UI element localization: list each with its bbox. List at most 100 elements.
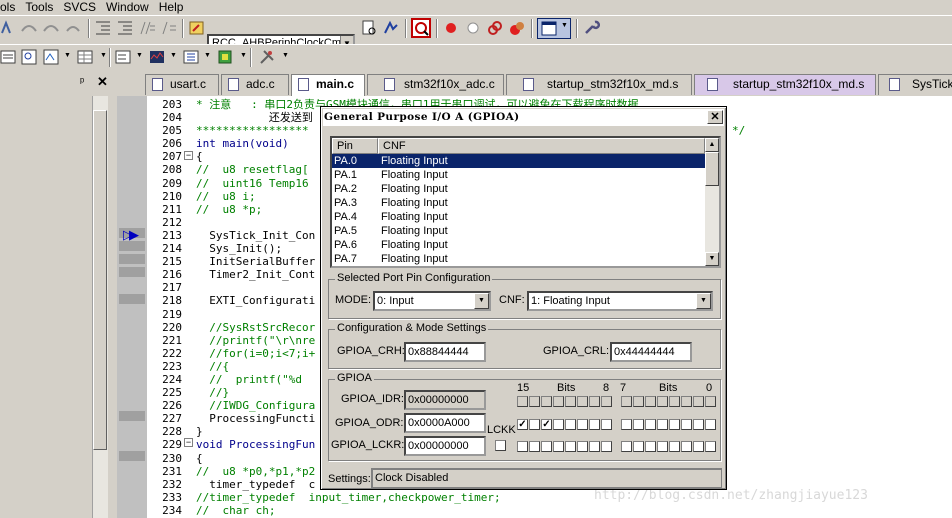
menu-window[interactable]: Window [106, 0, 159, 15]
tab-startup-md-s-2[interactable]: startup_stm32f10x_md.s [694, 74, 876, 95]
disassembly-icon[interactable] [20, 48, 38, 66]
comment-icon[interactable] [138, 19, 156, 37]
bit-checkbox[interactable] [553, 419, 564, 430]
pin-row[interactable]: PA.0 Floating Input [332, 154, 705, 168]
scroll-up-icon[interactable]: ▲ [705, 138, 719, 152]
scroll-down-icon[interactable]: ▼ [705, 252, 719, 266]
odr-input[interactable]: 0x0000A000 [404, 413, 486, 433]
command-window-icon[interactable] [0, 48, 18, 66]
bit-checkbox[interactable]: ✓ [517, 419, 528, 430]
menu-svcs[interactable]: SVCS [63, 0, 106, 15]
bit-checkbox[interactable] [621, 441, 632, 452]
pin-row[interactable]: PA.2 Floating Input [332, 182, 705, 196]
bit-checkbox[interactable] [669, 441, 680, 452]
menu-tools[interactable]: Tools [25, 0, 63, 15]
bit-checkbox[interactable] [565, 441, 576, 452]
pin-list-scrollbar[interactable]: ▲ ▼ [705, 138, 719, 266]
step-over-icon[interactable] [20, 19, 38, 37]
debug-session-icon[interactable] [411, 18, 431, 38]
dialog-title[interactable]: General Purpose I/O A (GPIOA) [323, 109, 724, 126]
lckr-input[interactable]: 0x00000000 [404, 436, 486, 456]
kill-breakpoints-icon[interactable] [508, 19, 526, 37]
step-out-icon[interactable] [42, 19, 60, 37]
bit-checkbox[interactable] [529, 419, 540, 430]
menu-help[interactable]: Help [159, 0, 194, 15]
chevron-down-icon[interactable]: ▼ [64, 52, 71, 59]
bit-checkbox[interactable] [529, 441, 540, 452]
bit-checkbox[interactable] [657, 441, 668, 452]
tab-usart-c[interactable]: usart.c [145, 74, 219, 95]
pin-row[interactable]: PA.7 Floating Input [332, 252, 705, 266]
chevron-down-icon[interactable]: ▼ [474, 293, 489, 309]
bit-checkbox[interactable] [565, 419, 576, 430]
breakpoint-disabled-icon[interactable] [464, 19, 482, 37]
bit-checkbox[interactable] [705, 419, 716, 430]
menu-tools-partial[interactable]: ols [0, 0, 25, 15]
chevron-down-icon[interactable]: ▼ [282, 52, 289, 59]
wrench-icon[interactable] [582, 19, 600, 37]
uncomment-icon[interactable] [160, 19, 178, 37]
bit-checkbox[interactable] [553, 441, 564, 452]
bit-checkbox[interactable] [601, 419, 612, 430]
tools-icon[interactable] [258, 48, 276, 66]
mode-select[interactable]: 0: Input ▼ [373, 291, 491, 311]
find-reference-icon[interactable] [382, 19, 400, 37]
breakpoint-icon[interactable] [442, 19, 460, 37]
bit-checkbox[interactable] [693, 441, 704, 452]
pin-row[interactable]: PA.3 Floating Input [332, 196, 705, 210]
tab-main-c[interactable]: main.c [291, 74, 365, 96]
tab-systick-c[interactable]: SysTick.c [878, 74, 952, 95]
bit-checkbox[interactable] [657, 419, 668, 430]
call-stack-icon[interactable] [114, 48, 132, 66]
crh-input[interactable]: 0x88844444 [404, 342, 486, 362]
bit-checkbox[interactable] [681, 441, 692, 452]
bit-checkbox[interactable] [517, 441, 528, 452]
unindent-icon[interactable] [116, 19, 134, 37]
bit-checkbox[interactable] [705, 441, 716, 452]
cnf-select[interactable]: 1: Floating Input ▼ [527, 291, 713, 311]
chevron-down-icon[interactable]: ▼ [696, 293, 711, 309]
lckk-checkbox[interactable] [495, 440, 506, 451]
bit-checkbox[interactable] [633, 441, 644, 452]
indent-icon[interactable] [94, 19, 112, 37]
breakpoint-enable-icon[interactable] [486, 19, 504, 37]
fold-minus-icon[interactable]: − [184, 151, 193, 160]
bit-checkbox[interactable] [621, 419, 632, 430]
symbols-icon[interactable] [42, 48, 60, 66]
system-viewer-icon[interactable] [216, 48, 234, 66]
close-button[interactable]: ✕ [707, 110, 723, 124]
pin-row[interactable]: PA.1 Floating Input [332, 168, 705, 182]
bit-checkbox[interactable] [601, 441, 612, 452]
pin-row[interactable]: PA.5 Floating Input [332, 224, 705, 238]
tab-startup-md-s-1[interactable]: startup_stm32f10x_md.s [506, 74, 692, 95]
scrollbar-thumb[interactable] [705, 152, 719, 186]
bit-checkbox[interactable] [589, 419, 600, 430]
close-icon[interactable]: ✕ [97, 74, 108, 90]
column-header-cnf[interactable]: CNF [378, 138, 705, 154]
tab-adc-c[interactable]: adc.c [221, 74, 289, 95]
bit-checkbox[interactable]: ✓ [541, 419, 552, 430]
chevron-down-icon[interactable]: ▼ [100, 52, 107, 59]
run-to-cursor-icon[interactable] [64, 19, 82, 37]
memory-icon[interactable] [182, 48, 200, 66]
bit-checkbox[interactable] [633, 419, 644, 430]
chevron-down-icon[interactable]: ▼ [204, 52, 211, 59]
bit-checkbox[interactable] [577, 419, 588, 430]
bit-checkbox[interactable] [577, 441, 588, 452]
logic-analyzer-icon[interactable] [148, 48, 166, 66]
bit-checkbox[interactable] [589, 441, 600, 452]
fold-minus-icon[interactable]: − [184, 438, 193, 447]
bit-checkbox[interactable] [645, 441, 656, 452]
window-layout-dropdown[interactable]: ▼ [537, 18, 571, 39]
pin-row[interactable]: PA.6 Floating Input [332, 238, 705, 252]
idr-input[interactable]: 0x00000000 [404, 390, 486, 410]
bit-checkbox[interactable] [645, 419, 656, 430]
pin-list[interactable]: Pin CNF PA.0 Floating Input PA.1 Floating I… [330, 136, 721, 268]
step-icon[interactable] [0, 19, 18, 37]
column-header-pin[interactable]: Pin [332, 138, 378, 154]
bit-checkbox[interactable] [541, 441, 552, 452]
pin-row[interactable]: PA.4 Floating Input [332, 210, 705, 224]
bit-checkbox[interactable] [693, 419, 704, 430]
find-in-files-icon[interactable] [188, 19, 206, 37]
find-icon[interactable] [360, 19, 378, 37]
